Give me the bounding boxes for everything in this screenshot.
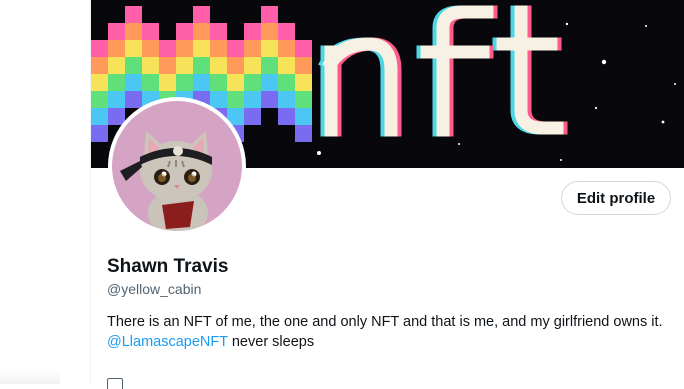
user-handle: @yellow_cabin [107, 281, 202, 297]
cat-avatar-icon[interactable] [112, 101, 242, 231]
edit-profile-button[interactable]: Edit profile [561, 181, 671, 215]
sidebar-shadow [0, 370, 60, 384]
display-name: Shawn Travis [107, 256, 229, 277]
bio-line: There is an NFT of me, the one and only … [107, 314, 663, 330]
profile-bio: There is an NFT of me, the one and only … [107, 312, 667, 352]
bio-mention-link[interactable]: @LlamascapeNFT [107, 334, 228, 350]
bio-line-2: @LlamascapeNFT never sleeps [107, 332, 667, 352]
left-sidebar [0, 0, 91, 384]
avatar-frame[interactable] [108, 97, 246, 235]
bio-tail: never sleeps [227, 334, 315, 350]
